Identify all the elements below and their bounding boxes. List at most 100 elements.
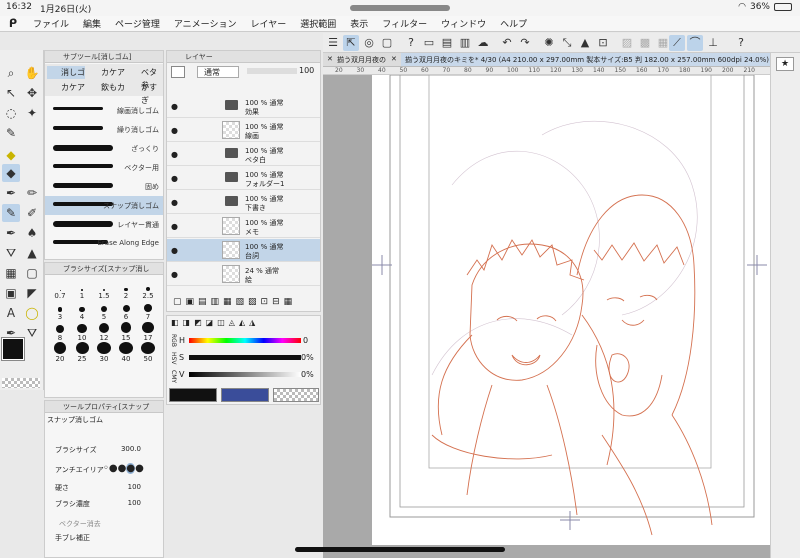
- cloud-icon[interactable]: ☁: [475, 35, 491, 51]
- eraser-icon[interactable]: ◆: [2, 164, 20, 182]
- menu-view[interactable]: 表示: [343, 17, 375, 30]
- crop-icon[interactable]: ⊡: [595, 35, 611, 51]
- layer-row[interactable]: ● 100 % 通常 ベタ白: [167, 143, 320, 166]
- document-title[interactable]: 揃う双月月夜のキミを* 4/30 (A4 210.00 x 297.00mm 製…: [401, 53, 771, 66]
- brush-size-option[interactable]: 30: [93, 342, 115, 363]
- brush-size-option[interactable]: 6: [115, 300, 137, 321]
- subtool-item[interactable]: 繰り消しゴム: [45, 120, 163, 139]
- blend-mode-select[interactable]: 通常: [197, 66, 239, 78]
- saturation-slider[interactable]: [189, 355, 301, 360]
- star-icon[interactable]: ★: [776, 57, 794, 71]
- snap-grid-icon[interactable]: ⊥: [705, 35, 721, 51]
- modifier-key-icon[interactable]: ⇱: [343, 35, 359, 51]
- clear-outside-icon[interactable]: ▩: [637, 35, 653, 51]
- eye-icon[interactable]: ●: [171, 102, 178, 111]
- loading-icon[interactable]: ✺: [541, 35, 557, 51]
- hand-icon[interactable]: ✋: [23, 64, 41, 82]
- subtool-item[interactable]: Erase Along Edge: [45, 234, 163, 253]
- brush-size-option[interactable]: 10: [71, 321, 93, 342]
- brush-size-option[interactable]: 50: [137, 342, 159, 363]
- main-color-chip[interactable]: [169, 388, 217, 402]
- menu-filter[interactable]: フィルター: [375, 17, 434, 30]
- edge-key-icon[interactable]: ▢: [379, 35, 395, 51]
- menu-edit[interactable]: 編集: [76, 17, 108, 30]
- layer-row[interactable]: ● 100 % 通常 線画: [167, 119, 320, 142]
- vector-erase-label[interactable]: ベクター消去: [59, 519, 164, 529]
- color-mode-box[interactable]: [171, 66, 185, 78]
- opacity-value[interactable]: 100: [299, 66, 314, 75]
- close-tab-icon[interactable]: ✕: [327, 55, 333, 63]
- menu-layer[interactable]: レイヤー: [244, 17, 294, 30]
- eye-icon[interactable]: ●: [171, 174, 178, 183]
- move-icon[interactable]: ✥: [23, 84, 41, 102]
- brush-size-option[interactable]: 4: [71, 300, 93, 321]
- brush-size-option[interactable]: 40: [115, 342, 137, 363]
- main-color-swatch[interactable]: [1, 337, 25, 361]
- eye-icon[interactable]: ●: [171, 270, 178, 279]
- decoration-icon[interactable]: ✒: [2, 224, 20, 242]
- operation-icon[interactable]: ↖: [2, 84, 20, 102]
- snap-special-icon[interactable]: ⌒: [687, 35, 703, 51]
- menu-animation[interactable]: アニメーション: [167, 17, 244, 30]
- fill-selection-icon[interactable]: ▲: [577, 35, 593, 51]
- eyedropper-icon[interactable]: ✎: [2, 124, 20, 142]
- menu-icon[interactable]: ☰: [325, 35, 341, 51]
- subtool-tab[interactable]: カケア: [87, 66, 125, 79]
- home-indicator[interactable]: [295, 547, 505, 552]
- app-logo-icon[interactable]: ᑭ: [0, 17, 26, 30]
- magic-wand-icon[interactable]: ✦: [23, 104, 41, 122]
- opacity-slider[interactable]: [247, 68, 297, 74]
- pen-icon[interactable]: ✒: [2, 184, 20, 202]
- brush-size-value[interactable]: 300.0: [121, 445, 141, 453]
- blend-icon[interactable]: ♠: [23, 224, 41, 242]
- brush-size-option[interactable]: 5: [93, 300, 115, 321]
- eye-icon[interactable]: ●: [171, 126, 178, 135]
- brush-size-option[interactable]: 20: [49, 342, 71, 363]
- gradient-icon[interactable]: ▦: [2, 264, 20, 282]
- subtool-tab[interactable]: 消しゴ: [47, 66, 85, 79]
- text-icon[interactable]: A: [2, 304, 20, 322]
- brush-size-option[interactable]: 15: [115, 321, 137, 342]
- fill-icon[interactable]: ⛛: [2, 244, 20, 262]
- sub-color-chip[interactable]: [221, 388, 269, 402]
- subtool-tab[interactable]: カケア: [47, 81, 85, 94]
- menu-selection[interactable]: 選択範囲: [293, 17, 343, 30]
- color-mode-label[interactable]: RGB: [170, 334, 177, 347]
- brush-size-option[interactable]: 25: [71, 342, 93, 363]
- menu-file[interactable]: ファイル: [26, 17, 76, 30]
- close-tab-icon[interactable]: ✕: [391, 55, 397, 63]
- brush-size-option[interactable]: 8: [49, 321, 71, 342]
- menu-window[interactable]: ウィンドウ: [434, 17, 493, 30]
- layer-row[interactable]: ● 24 % 通常絵: [167, 263, 320, 286]
- canvas-paper[interactable]: [372, 74, 770, 545]
- brush-size-option[interactable]: 0.7: [49, 279, 71, 300]
- value-slider[interactable]: [189, 372, 301, 377]
- density-value[interactable]: 100: [128, 499, 141, 507]
- brush-size-option[interactable]: 3: [49, 300, 71, 321]
- transform-icon[interactable]: ⤡: [559, 35, 575, 51]
- eye-icon[interactable]: ●: [171, 198, 178, 207]
- help-icon[interactable]: ?: [403, 35, 419, 51]
- balloon-icon[interactable]: ◆: [2, 146, 20, 164]
- figure-icon[interactable]: ▢: [23, 264, 41, 282]
- pencil-icon[interactable]: ✏: [23, 184, 41, 202]
- subtool-item[interactable]: ざっくり: [45, 139, 163, 158]
- subtool-item[interactable]: 線画消しゴム: [45, 101, 163, 120]
- brush-size-option[interactable]: 12: [93, 321, 115, 342]
- brush-size-option[interactable]: 2.5: [137, 279, 159, 300]
- lasso-icon[interactable]: ◌: [2, 104, 20, 122]
- eye-icon[interactable]: ●: [171, 222, 178, 231]
- gradient-fill-icon[interactable]: ▲: [23, 244, 41, 262]
- brush-size-option[interactable]: 7: [137, 300, 159, 321]
- menu-help[interactable]: ヘルプ: [493, 17, 534, 30]
- brush-icon[interactable]: ✎: [2, 204, 20, 222]
- fill-bucket-icon[interactable]: ⛛: [23, 324, 41, 342]
- brush-size-option[interactable]: 1.5: [93, 279, 115, 300]
- smart-icon[interactable]: ◎: [361, 35, 377, 51]
- layer-row[interactable]: ● 100 % 通常 メモ: [167, 215, 320, 238]
- hue-value[interactable]: 0: [303, 336, 308, 345]
- snap-ruler-icon[interactable]: ⟋: [669, 35, 685, 51]
- clear-icon[interactable]: ▨: [619, 35, 635, 51]
- subtool-tab[interactable]: 飲もカ: [87, 81, 125, 94]
- subtool-item[interactable]: 固め: [45, 177, 163, 196]
